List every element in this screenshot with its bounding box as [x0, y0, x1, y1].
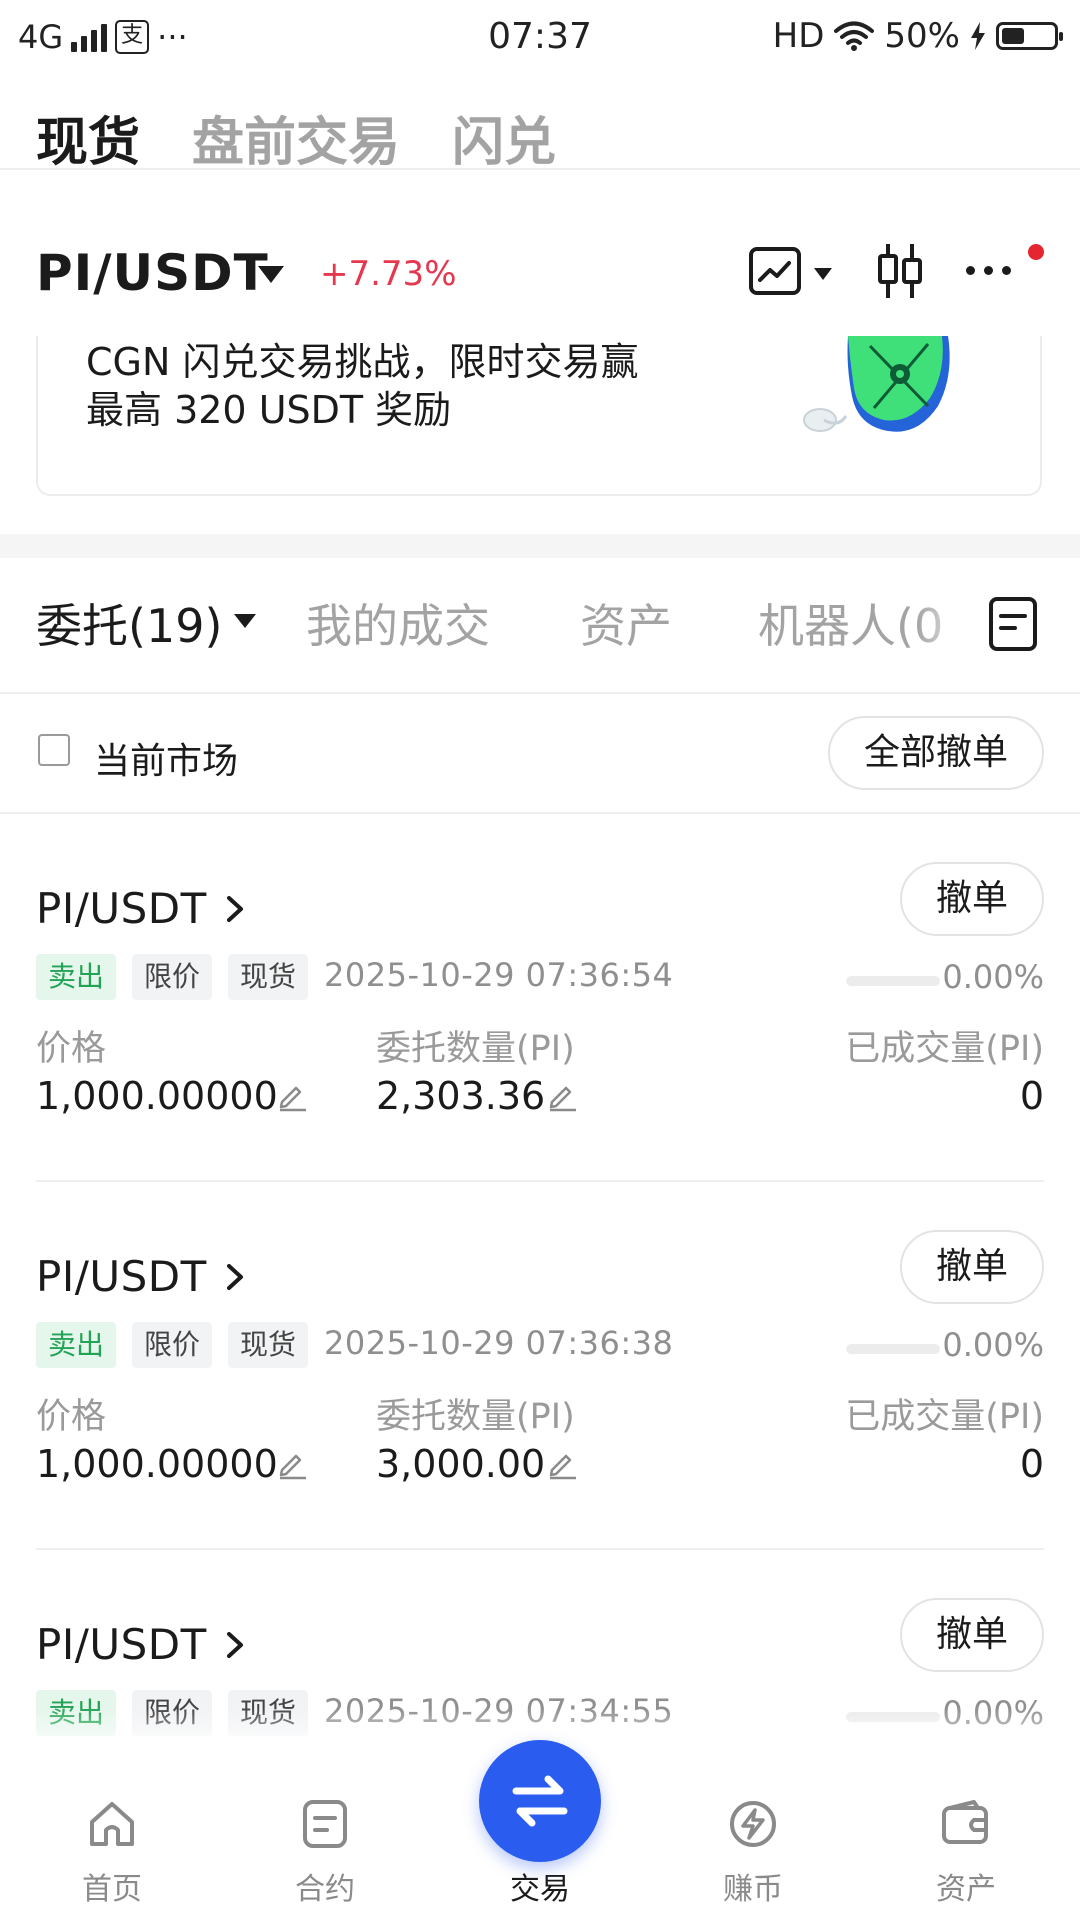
cancel-all-button[interactable]: 全部撤单 — [828, 716, 1044, 790]
edit-amount-icon[interactable] — [546, 1080, 578, 1112]
nav-contract[interactable]: 合约 — [217, 1752, 433, 1920]
market-tag: 现货 — [228, 954, 309, 1000]
fill-progress-bar — [846, 976, 940, 986]
order-time: 2025-10-29 07:36:38 — [324, 1324, 674, 1362]
pair-selector[interactable]: PI/USDT — [36, 244, 269, 302]
nav-home-label: 首页 — [82, 1872, 142, 1907]
current-market-checkbox[interactable] — [38, 734, 70, 766]
caret-down-icon[interactable] — [234, 614, 256, 628]
nav-home[interactable]: 首页 — [4, 1752, 220, 1920]
price-label: 价格 — [36, 1397, 107, 1437]
divider — [36, 1548, 1044, 1550]
order-tabs: 委托(19) 我的成交 资产 机器人(0 — [36, 590, 1046, 660]
caret-down-icon[interactable] — [258, 266, 284, 283]
battery-icon — [996, 22, 1063, 50]
amount-value: 3,000.00 — [376, 1442, 546, 1486]
notification-dot — [1028, 244, 1044, 260]
contract-icon — [303, 1800, 347, 1848]
order-pair[interactable]: PI/USDT — [36, 1252, 207, 1301]
divider — [0, 168, 1080, 170]
chart-dropdown-icon[interactable] — [814, 268, 832, 280]
swap-arrows-icon — [512, 1775, 568, 1827]
order-pair[interactable]: PI/USDT — [36, 884, 207, 933]
edit-amount-icon[interactable] — [546, 1448, 578, 1480]
nav-earn-label: 赚币 — [723, 1872, 783, 1907]
amount-value: 2,303.36 — [376, 1074, 546, 1118]
tab-open-orders[interactable]: 委托(19) — [36, 590, 222, 656]
tab-spot[interactable]: 现货 — [36, 100, 140, 175]
amount-label: 委托数量(PI) — [376, 1397, 575, 1437]
hd-indicator: HD — [772, 16, 825, 56]
top-tabs: 现货 盘前交易 闪兑 — [36, 100, 556, 175]
trade-button[interactable] — [479, 1740, 601, 1862]
fill-percent: 0.00% — [942, 1326, 1044, 1364]
chart-icon[interactable] — [748, 246, 802, 296]
cancel-order-button[interactable]: 撤单 — [900, 862, 1044, 936]
order-type-tag: 限价 — [132, 954, 213, 1000]
fill-progress-bar — [846, 1344, 940, 1354]
side-tag: 卖出 — [36, 1322, 117, 1368]
cancel-order-button[interactable]: 撤单 — [900, 1598, 1044, 1672]
price-label: 价格 — [36, 1029, 107, 1069]
amount-label: 委托数量(PI) — [376, 1029, 575, 1069]
divider — [0, 812, 1080, 814]
order-card: PI/USDT 撤单 卖出 限价 现货 2025-10-29 07:36:54 … — [36, 848, 1044, 1168]
order-card: PI/USDT 撤单 卖出 限价 现货 2025-10-29 07:36:38 … — [36, 1216, 1044, 1536]
candlestick-icon[interactable] — [874, 242, 926, 300]
market-tag: 现货 — [228, 1322, 309, 1368]
price-change: +7.73% — [320, 254, 457, 294]
banner-line-2: 最高 320 USDT 奖励 — [86, 388, 452, 432]
home-icon — [90, 1802, 134, 1846]
battery-level — [1002, 28, 1024, 44]
charging-icon — [971, 22, 985, 50]
chevron-right-icon[interactable] — [222, 894, 248, 924]
current-market-label: 当前市场 — [94, 741, 239, 782]
banner-illustration — [803, 336, 950, 432]
edit-price-icon[interactable] — [276, 1448, 308, 1480]
nav-assets-label: 资产 — [936, 1872, 996, 1907]
nav-earn[interactable]: 赚币 — [645, 1752, 861, 1920]
chevron-right-icon[interactable] — [222, 1630, 248, 1660]
tab-convert[interactable]: 闪兑 — [452, 100, 556, 175]
banner-text: CGN 闪兑交易挑战，限时交易赢 最高 320 USDT 奖励 — [86, 338, 706, 434]
order-pair[interactable]: PI/USDT — [36, 1620, 207, 1669]
promo-banner[interactable]: CGN 闪兑交易挑战，限时交易赢 最高 320 USDT 奖励 — [36, 336, 1042, 496]
filled-label: 已成交量(PI) — [845, 1397, 1044, 1437]
divider — [36, 1180, 1044, 1182]
banner-line-1: CGN 闪兑交易挑战，限时交易赢 — [86, 340, 639, 384]
tab-assets[interactable]: 资产 — [580, 590, 672, 656]
fill-percent: 0.00% — [942, 958, 1044, 996]
chevron-right-icon[interactable] — [222, 1262, 248, 1292]
tab-my-trades[interactable]: 我的成交 — [306, 590, 490, 656]
filled-value: 0 — [1019, 1442, 1044, 1486]
nav-trade-label: 交易 — [510, 1872, 570, 1907]
nav-assets[interactable]: 资产 — [858, 1752, 1074, 1920]
wallet-icon — [942, 1800, 988, 1844]
battery-percent: 50% — [884, 16, 960, 56]
order-time: 2025-10-29 07:36:54 — [324, 956, 674, 994]
price-value: 1,000.00000 — [36, 1074, 278, 1118]
edit-price-icon[interactable] — [276, 1080, 308, 1112]
wifi-icon — [834, 21, 875, 51]
divider — [0, 692, 1080, 694]
filled-label: 已成交量(PI) — [845, 1029, 1044, 1069]
side-tag: 卖出 — [36, 954, 117, 1000]
order-history-icon[interactable] — [988, 596, 1038, 652]
pair-header: PI/USDT +7.73% — [36, 240, 1046, 310]
tab-premarket[interactable]: 盘前交易 — [192, 100, 400, 175]
status-bar: 4G 支 ··· 07:37 HD 50% — [0, 0, 1080, 76]
nav-contract-label: 合约 — [295, 1872, 355, 1907]
order-type-tag: 限价 — [132, 1322, 213, 1368]
more-icon[interactable] — [966, 266, 1011, 275]
price-value: 1,000.00000 — [36, 1442, 278, 1486]
cancel-order-button[interactable]: 撤单 — [900, 1230, 1044, 1304]
earn-icon — [730, 1801, 776, 1847]
section-separator — [0, 534, 1080, 558]
filled-value: 0 — [1019, 1074, 1044, 1118]
tab-fade — [916, 590, 976, 660]
status-right: HD 50% — [772, 16, 1063, 56]
